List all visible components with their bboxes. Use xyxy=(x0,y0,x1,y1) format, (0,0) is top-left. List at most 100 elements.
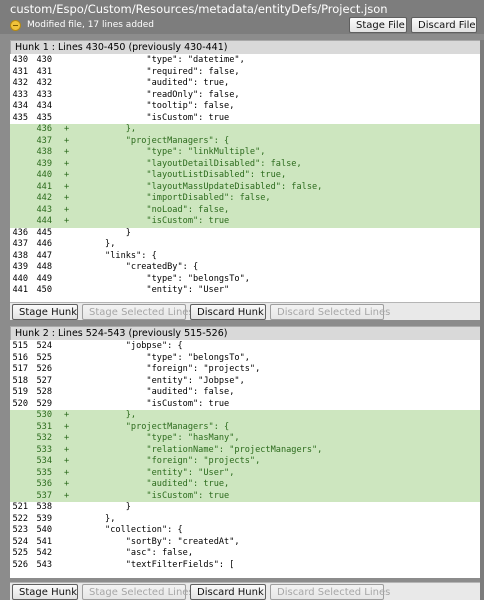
added-marker: + xyxy=(64,433,70,443)
old-line-number: 521 xyxy=(12,502,28,512)
old-line-number: 518 xyxy=(12,375,28,386)
new-line-number: 431 xyxy=(36,66,52,77)
context-line[interactable]: 520 529 "isCustom": true xyxy=(10,399,484,411)
context-line[interactable]: 434 434 "tooltip": false, xyxy=(10,101,484,113)
added-line[interactable]: 531 + "projectManagers": { xyxy=(10,421,484,433)
line-text: "links": { xyxy=(74,250,157,261)
new-line-number: 430 xyxy=(36,55,52,65)
added-line[interactable]: 440 + "layoutListDisabled": true, xyxy=(10,170,484,182)
context-line[interactable]: 519 528 "audited": false, xyxy=(10,387,484,399)
added-marker: + xyxy=(64,456,70,466)
added-line[interactable]: 534 + "foreign": "projects", xyxy=(10,456,484,468)
context-line[interactable]: 437 446 }, xyxy=(10,239,484,251)
line-text: "isCustom": true xyxy=(74,112,230,123)
line-text: "required": false, xyxy=(74,66,240,77)
new-line-number: 447 xyxy=(36,250,52,261)
old-line-number: 515 xyxy=(12,341,28,351)
added-line[interactable]: 533 + "relationName": "projectManagers", xyxy=(10,444,484,456)
old-line-number: 436 xyxy=(12,227,28,238)
diff-code[interactable]: 430 430 "type": "datetime", 431 431 "requir… xyxy=(10,54,484,302)
added-line[interactable]: 441 + "layoutMassUpdateDisabled": false, xyxy=(10,181,484,193)
new-line-number: 530 xyxy=(36,410,52,420)
stage-hunk-button[interactable]: Stage Hunk xyxy=(12,584,78,600)
new-line-number: 434 xyxy=(36,101,52,111)
new-line-number: 449 xyxy=(36,273,52,284)
context-line[interactable]: 518 527 "entity": "Jobpse", xyxy=(10,376,484,388)
discard-hunk-button[interactable]: Discard Hunk xyxy=(190,304,266,320)
file-header: custom/Espo/Custom/Resources/metadata/en… xyxy=(0,0,484,34)
context-line[interactable]: 517 526 "foreign": "projects", xyxy=(10,364,484,376)
context-line[interactable]: 525 542 "asc": false, xyxy=(10,548,484,560)
line-text: "audited": false, xyxy=(74,387,235,397)
new-line-number: 442 xyxy=(36,193,52,203)
new-line-number: 448 xyxy=(36,262,52,272)
new-line-number: 534 xyxy=(36,456,52,466)
added-line[interactable]: 437 + "projectManagers": { xyxy=(10,135,484,147)
old-line-number: 526 xyxy=(12,559,28,570)
added-marker: + xyxy=(64,158,70,169)
new-line-number: 438 xyxy=(36,147,52,157)
context-line[interactable]: 439 448 "createdBy": { xyxy=(10,262,484,274)
stage-hunk-button[interactable]: Stage Hunk xyxy=(12,304,78,320)
added-line[interactable]: 442 + "importDisabled": false, xyxy=(10,193,484,205)
context-line[interactable]: 431 431 "required": false, xyxy=(10,67,484,79)
line-text: "asc": false, xyxy=(74,548,193,558)
context-line[interactable]: 433 433 "readOnly": false, xyxy=(10,90,484,102)
context-line[interactable]: 432 432 "audited": true, xyxy=(10,78,484,90)
added-marker: + xyxy=(64,147,70,157)
added-line[interactable]: 444 + "isCustom": true xyxy=(10,216,484,228)
new-line-number: 531 xyxy=(36,421,52,432)
discard-selected-lines-button[interactable]: Discard Selected Lines xyxy=(270,304,390,320)
context-line[interactable]: 521 538 } xyxy=(10,502,484,514)
context-line[interactable]: 524 541 "sortBy": "createdAt", xyxy=(10,537,484,549)
context-line[interactable]: 430 430 "type": "datetime", xyxy=(10,55,484,67)
line-text: "foreign": "projects", xyxy=(74,456,261,466)
added-line[interactable]: 535 + "entity": "User", xyxy=(10,467,484,479)
old-line-number: 437 xyxy=(12,239,28,249)
context-line[interactable]: 435 435 "isCustom": true xyxy=(10,113,484,125)
context-line[interactable]: 440 449 "type": "belongsTo", xyxy=(10,274,484,286)
old-line-number: 517 xyxy=(12,364,28,374)
new-line-number: 439 xyxy=(36,158,52,169)
added-line[interactable]: 536 + "audited": true, xyxy=(10,479,484,491)
old-line-number: 522 xyxy=(12,513,28,524)
new-line-number: 436 xyxy=(36,124,52,134)
context-line[interactable]: 438 447 "links": { xyxy=(10,251,484,263)
added-line[interactable]: 532 + "type": "hasMany", xyxy=(10,433,484,445)
hunk-actions: Stage Hunk Stage Selected Lines Discard … xyxy=(10,582,484,600)
context-line[interactable]: 441 450 "entity": "User" xyxy=(10,285,484,297)
line-text: }, xyxy=(74,124,137,134)
added-line[interactable]: 438 + "type": "linkMultiple", xyxy=(10,147,484,159)
added-line[interactable]: 439 + "layoutDetailDisabled": false, xyxy=(10,158,484,170)
file-status: Modified file, 17 lines added xyxy=(10,19,154,31)
diff-code[interactable]: 515 524 "jobpse": {516 525 "type": "belong… xyxy=(10,340,484,578)
new-line-number: 540 xyxy=(36,525,52,535)
stage-selected-lines-button[interactable]: Stage Selected Lines xyxy=(82,304,194,320)
discard-selected-lines-button[interactable]: Discard Selected Lines xyxy=(270,584,390,600)
line-text: "readOnly": false, xyxy=(74,89,240,100)
added-line[interactable]: 443 + "noLoad": false, xyxy=(10,204,484,216)
line-text: "importDisabled": false, xyxy=(74,193,271,203)
scrollbar[interactable] xyxy=(480,40,484,600)
old-line-number: 435 xyxy=(12,112,28,123)
line-text: } xyxy=(74,227,131,238)
context-line[interactable]: 516 525 "type": "belongsTo", xyxy=(10,353,484,365)
stage-file-button[interactable]: Stage File xyxy=(349,17,407,33)
added-line[interactable]: 537 + "isCustom": true xyxy=(10,490,484,502)
discard-file-button[interactable]: Discard File xyxy=(411,17,477,33)
line-text: "noLoad": false, xyxy=(74,204,230,215)
line-text: }, xyxy=(74,513,116,524)
context-line[interactable]: 526 543 "textFilterFields": [ xyxy=(10,560,484,572)
context-line[interactable]: 522 539 }, xyxy=(10,514,484,526)
context-line[interactable]: 436 445 } xyxy=(10,228,484,240)
context-line[interactable]: 523 540 "collection": { xyxy=(10,525,484,537)
context-line[interactable]: 515 524 "jobpse": { xyxy=(10,341,484,353)
stage-selected-lines-button[interactable]: Stage Selected Lines xyxy=(82,584,194,600)
old-line-number: 434 xyxy=(12,101,28,111)
added-line[interactable]: 436 + }, xyxy=(10,124,484,136)
added-line[interactable]: 530 + }, xyxy=(10,410,484,422)
new-line-number: 526 xyxy=(36,364,52,374)
discard-hunk-button[interactable]: Discard Hunk xyxy=(190,584,266,600)
line-text: "createdBy": { xyxy=(74,262,199,272)
old-line-number: 524 xyxy=(12,536,28,547)
